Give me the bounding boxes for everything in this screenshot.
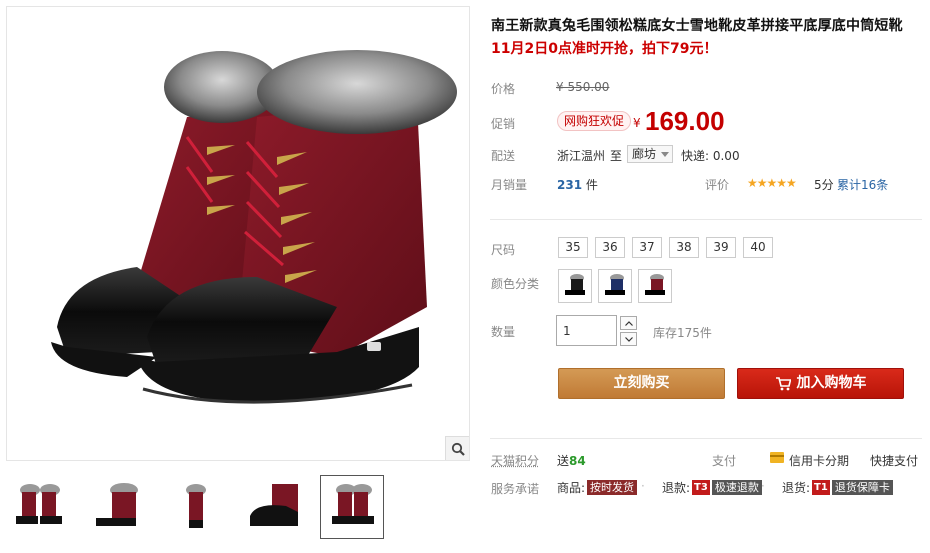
price-label: 价格 <box>491 82 516 96</box>
points-prefix: 送 <box>557 454 570 468</box>
promo-label: 促销 <box>491 117 516 131</box>
rating-label: 评价 <box>705 178 730 192</box>
t1-badge: T1 <box>812 480 830 495</box>
color-option-navy[interactable] <box>598 269 632 303</box>
boot-swatch-navy <box>605 274 625 295</box>
thumbnail-selected[interactable] <box>320 475 384 539</box>
size-option[interactable]: 40 <box>743 237 773 258</box>
separator: · <box>761 479 765 493</box>
thumbnail-boot-pair-front <box>332 484 374 524</box>
service-return-prefix: 退货: <box>782 481 811 495</box>
installment-link[interactable]: 信用卡分期 <box>789 452 849 469</box>
thumbnail-boot-pair <box>16 484 62 524</box>
product-title: 南王新款真兔毛围领松糕底女士雪地靴皮革拼接平底厚底中筒短靴 <box>491 18 903 34</box>
main-product-image[interactable] <box>6 6 470 461</box>
color-options <box>558 269 672 303</box>
quantity-input[interactable] <box>556 315 617 346</box>
buy-now-button[interactable]: 立刻购买 <box>558 368 725 399</box>
shipping-label: 配送 <box>491 149 516 163</box>
thumbnail[interactable] <box>164 475 228 539</box>
size-options: 35 36 37 38 39 40 <box>558 237 773 258</box>
points-value: 84 <box>569 454 586 468</box>
boot-swatch-black <box>565 274 585 295</box>
service-refund-tag: 极速退款 <box>711 480 762 495</box>
sales-label: 月销量 <box>491 178 528 192</box>
sales-unit: 件 <box>585 178 598 192</box>
original-price: ¥ 550.00 <box>556 80 610 94</box>
thumbnail-boot-back <box>186 484 206 528</box>
service-fast-refund[interactable]: 退款: T3 极速退款 <box>662 479 762 496</box>
size-label: 尺码 <box>491 243 516 257</box>
sales-count: 231 件 <box>557 176 598 193</box>
divider <box>490 438 922 439</box>
shipping-fee: 快递: 0.00 <box>681 149 740 163</box>
quantity-decrease-button[interactable] <box>620 332 637 346</box>
thumbnail[interactable] <box>8 475 72 539</box>
ship-to-word: 至 <box>610 149 623 163</box>
thumbnail[interactable] <box>242 475 306 539</box>
service-label: 服务承诺 <box>491 482 540 496</box>
magnifier-icon <box>451 442 465 456</box>
stock-count: 库存175件 <box>653 326 712 340</box>
promo-tag: 网购狂欢促 <box>557 111 632 131</box>
destination-dropdown[interactable]: 廊坊 <box>627 145 674 163</box>
chevron-down-icon <box>624 336 633 342</box>
add-to-cart-button[interactable]: 加入购物车 <box>737 368 904 399</box>
cart-icon <box>775 376 791 390</box>
chevron-down-icon <box>661 152 670 157</box>
size-option[interactable]: 36 <box>595 237 625 258</box>
boots-illustration <box>51 50 457 404</box>
tmall-points: 送84 <box>557 452 586 469</box>
current-price: 169.00 <box>645 106 725 136</box>
size-option[interactable]: 39 <box>706 237 736 258</box>
service-refund-prefix: 退款: <box>662 481 691 495</box>
boot-swatch-wine <box>645 274 665 295</box>
add-to-cart-label: 加入购物车 <box>796 375 867 391</box>
color-option-black[interactable] <box>558 269 592 303</box>
size-option[interactable]: 37 <box>632 237 662 258</box>
thumbnail-boot-detail <box>250 484 298 526</box>
promo-notice: 11月2日0点准时开抢，拍下79元！ <box>491 41 718 57</box>
divider <box>490 219 922 220</box>
service-return-guarantee[interactable]: 退货: T1 退货保障卡 <box>782 479 893 496</box>
review-count-link[interactable]: 累计16条 <box>837 176 888 193</box>
rating-score: 5分 <box>814 178 834 192</box>
service-on-time-shipping[interactable]: 商品: 按时发货 <box>557 479 638 496</box>
currency-symbol: ¥ <box>633 116 641 130</box>
service-return-tag: 退货保障卡 <box>831 480 893 495</box>
size-option[interactable]: 38 <box>669 237 699 258</box>
separator: · <box>641 479 645 493</box>
quantity-increase-button[interactable] <box>620 316 637 330</box>
thumbnail-strip <box>6 465 470 545</box>
chevron-up-icon <box>624 320 633 326</box>
sales-number: 231 <box>557 178 583 192</box>
thumbnail-boot-side <box>96 483 138 526</box>
credit-card-icon <box>770 452 784 463</box>
color-option-wine[interactable] <box>638 269 672 303</box>
quick-pay-link[interactable]: 快捷支付 <box>870 452 918 469</box>
ship-from: 浙江温州 <box>557 149 606 163</box>
payment-label: 支付 <box>712 454 737 468</box>
service-goods-prefix: 商品: <box>557 481 586 495</box>
tmall-points-label[interactable]: 天猫积分 <box>491 452 539 469</box>
t3-badge: T3 <box>692 480 710 495</box>
rating-stars: ★★★★★ <box>747 176 797 190</box>
service-goods-tag: 按时发货 <box>587 480 638 495</box>
size-option[interactable]: 35 <box>558 237 588 258</box>
quantity-label: 数量 <box>491 325 516 339</box>
destination-value: 廊坊 <box>632 147 657 161</box>
color-label: 颜色分类 <box>491 277 540 291</box>
thumbnail[interactable] <box>86 475 150 539</box>
zoom-button[interactable] <box>445 436 469 460</box>
